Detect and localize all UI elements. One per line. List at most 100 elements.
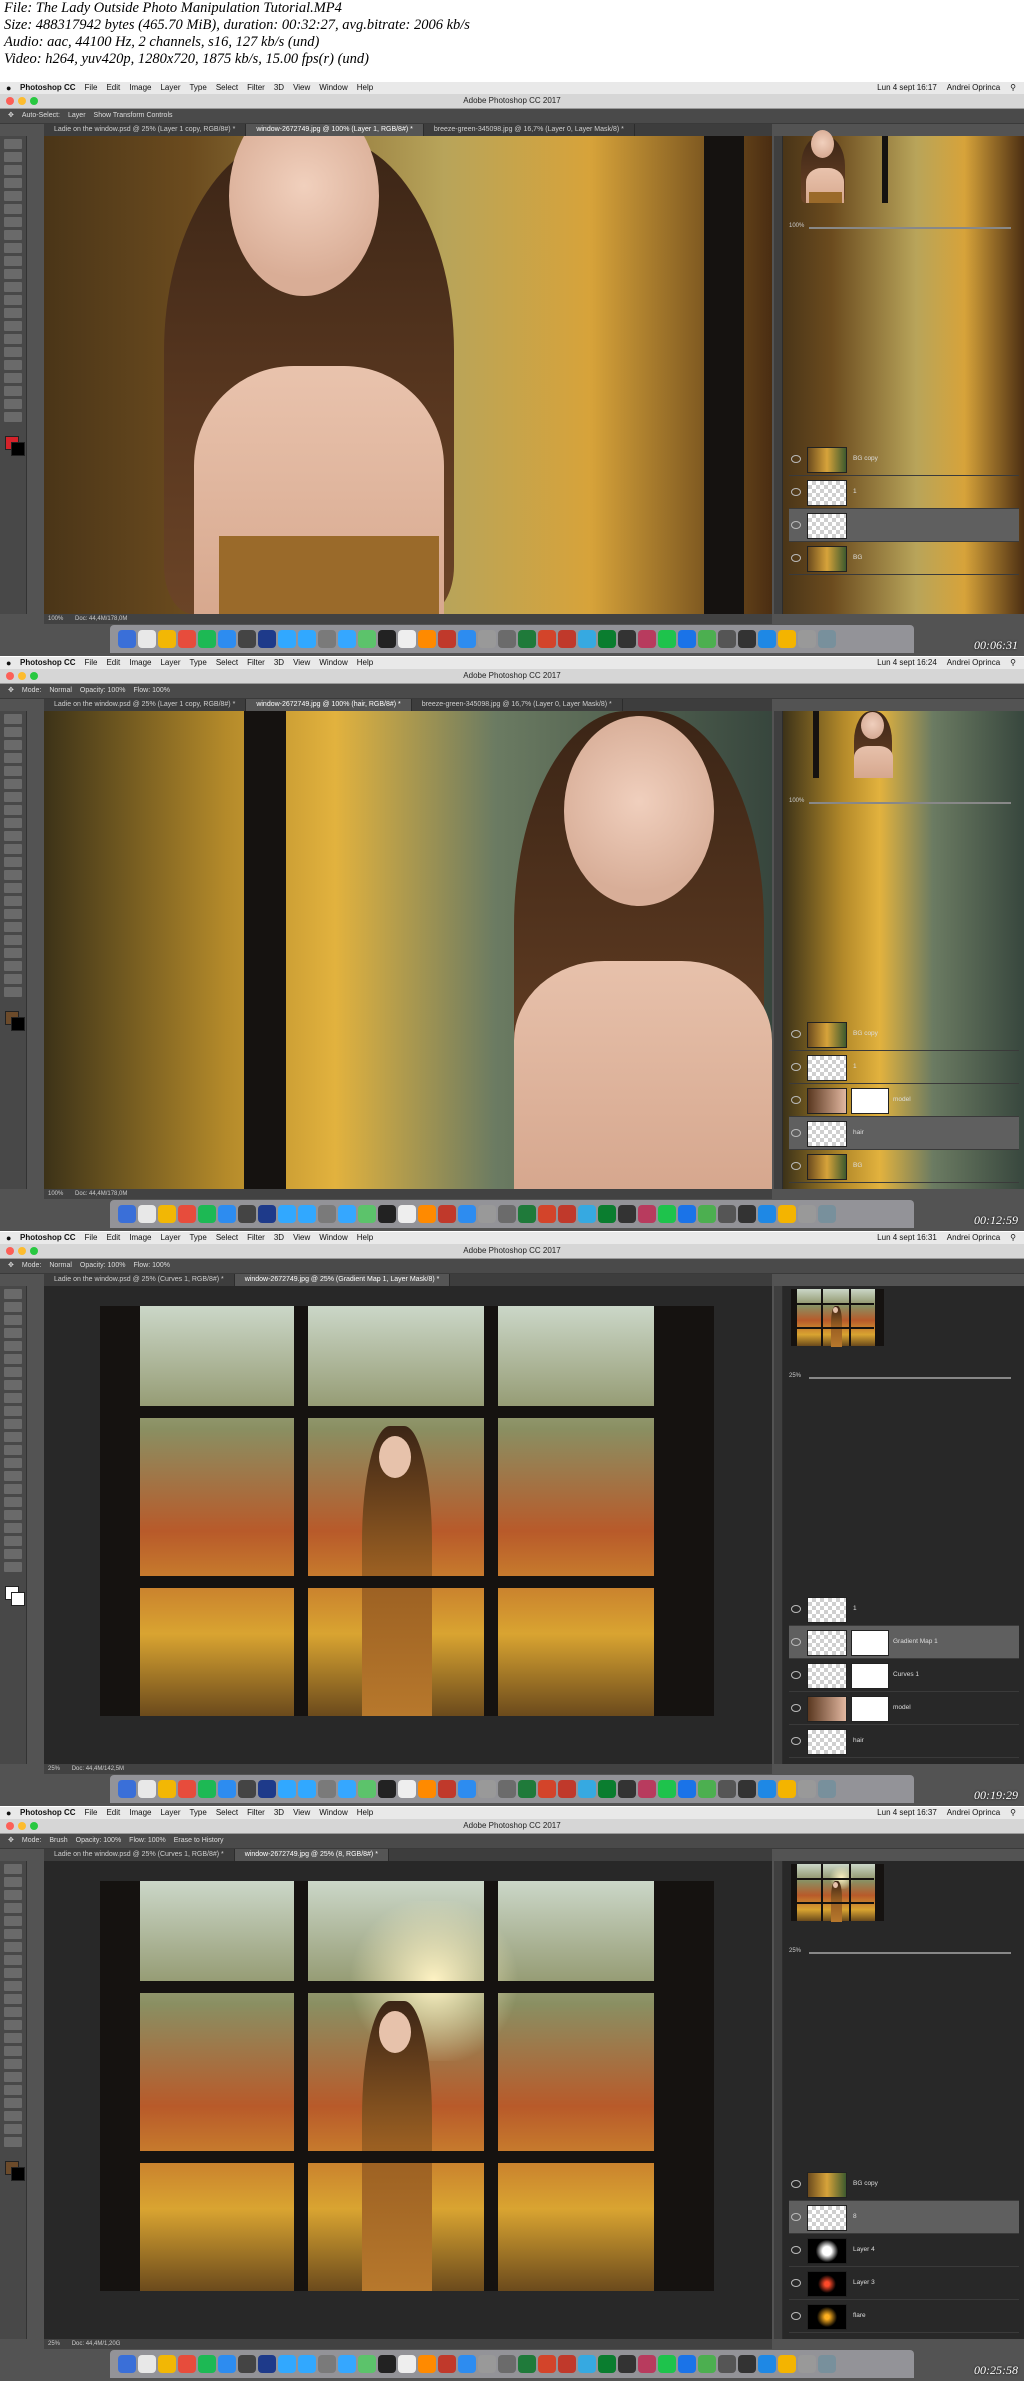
eye-icon[interactable] <box>791 1129 801 1137</box>
layer-row[interactable]: Layer 3 <box>789 2267 1019 2300</box>
search-icon[interactable]: ⚲ <box>1010 1807 1016 1819</box>
layer-row[interactable]: hair <box>789 1725 1019 1758</box>
tool-option[interactable]: Brush <box>49 1837 67 1844</box>
dock-app-icon[interactable] <box>478 1780 496 1798</box>
tool-icon[interactable] <box>4 766 22 776</box>
dock-app-icon[interactable] <box>678 2355 696 2373</box>
tool-option[interactable]: Flow: 100% <box>133 687 170 694</box>
current-tool-icon[interactable]: ✥ <box>8 112 14 119</box>
tool-option[interactable]: Flow: 100% <box>133 1262 170 1269</box>
document-canvas[interactable] <box>44 711 772 1189</box>
dock-app-icon[interactable] <box>698 630 716 648</box>
search-icon[interactable]: ⚲ <box>1010 657 1016 669</box>
menu-view[interactable]: View <box>293 657 310 669</box>
dock-app-icon[interactable] <box>178 2355 196 2373</box>
close-window-icon[interactable] <box>6 672 14 680</box>
dock-app-icon[interactable] <box>778 1205 796 1223</box>
menu-edit[interactable]: Edit <box>106 657 120 669</box>
tool-option[interactable]: Mode: <box>22 1837 41 1844</box>
tool-icon[interactable] <box>4 831 22 841</box>
navigator-preview[interactable] <box>783 1286 1024 1764</box>
dock-app-icon[interactable] <box>618 2355 636 2373</box>
tool-icon[interactable] <box>4 1877 22 1887</box>
zoom-readout[interactable]: 25% <box>48 1766 60 1772</box>
tool-icon[interactable] <box>4 1406 22 1416</box>
tool-icon[interactable] <box>4 974 22 984</box>
tool-icon[interactable] <box>4 1367 22 1377</box>
menu-filter[interactable]: Filter <box>247 1807 265 1819</box>
layer-mask-thumbnail[interactable] <box>851 1630 889 1656</box>
tool-option[interactable]: Opacity: 100% <box>76 1837 122 1844</box>
dock-app-icon[interactable] <box>238 2355 256 2373</box>
tool-icon[interactable] <box>4 922 22 932</box>
dock-app-icon[interactable] <box>138 630 156 648</box>
dock-app-icon[interactable] <box>178 630 196 648</box>
dock-app-icon[interactable] <box>278 2355 296 2373</box>
layer-mask-thumbnail[interactable] <box>851 1088 889 1114</box>
dock-app-icon[interactable] <box>418 630 436 648</box>
background-color-swatch[interactable] <box>11 2167 25 2181</box>
tool-icon[interactable] <box>4 1341 22 1351</box>
menu-type[interactable]: Type <box>189 82 206 94</box>
dock-app-icon[interactable] <box>238 1780 256 1798</box>
zoom-slider[interactable] <box>809 1377 1011 1379</box>
tool-icon[interactable] <box>4 399 22 409</box>
current-tool-icon[interactable]: ✥ <box>8 687 14 694</box>
dock-app-icon[interactable] <box>398 630 416 648</box>
eye-icon[interactable] <box>791 2246 801 2254</box>
layer-thumbnail[interactable] <box>807 2205 847 2231</box>
dock-app-icon[interactable] <box>558 1205 576 1223</box>
eye-icon[interactable] <box>791 1737 801 1745</box>
dock-app-icon[interactable] <box>478 630 496 648</box>
dock-app-icon[interactable] <box>318 1205 336 1223</box>
layer-row[interactable]: model <box>789 1692 1019 1725</box>
document-canvas[interactable] <box>44 1861 772 2339</box>
layer-row[interactable]: flare <box>789 2300 1019 2333</box>
background-color-swatch[interactable] <box>11 442 25 456</box>
dock-app-icon[interactable] <box>258 1205 276 1223</box>
tool-icon[interactable] <box>4 1981 22 1991</box>
menu-type[interactable]: Type <box>189 1807 206 1819</box>
layer-thumbnail[interactable] <box>807 1121 847 1147</box>
menu-help[interactable]: Help <box>357 82 373 94</box>
tool-icon[interactable] <box>4 282 22 292</box>
document-tab[interactable]: Ladie on the window.psd @ 25% (Layer 1 c… <box>44 699 247 711</box>
tool-icon[interactable] <box>4 740 22 750</box>
layer-thumbnail[interactable] <box>807 1055 847 1081</box>
tool-icon[interactable] <box>4 373 22 383</box>
dock-app-icon[interactable] <box>638 1205 656 1223</box>
zoom-slider[interactable] <box>809 1952 1011 1954</box>
dock-app-icon[interactable] <box>458 2355 476 2373</box>
dock-app-icon[interactable] <box>798 630 816 648</box>
dock-app-icon[interactable] <box>698 1205 716 1223</box>
dock-app-icon[interactable] <box>558 2355 576 2373</box>
tool-icon[interactable] <box>4 217 22 227</box>
zoom-slider[interactable] <box>809 802 1011 804</box>
dock-app-icon[interactable] <box>338 2355 356 2373</box>
dock-app-icon[interactable] <box>178 1780 196 1798</box>
dock-app-icon[interactable] <box>558 1780 576 1798</box>
layer-mask-thumbnail[interactable] <box>851 1696 889 1722</box>
zoom-level[interactable]: 25% <box>789 1373 801 1379</box>
tool-icon[interactable] <box>4 1968 22 1978</box>
menu-select[interactable]: Select <box>216 1232 238 1244</box>
tool-icon[interactable] <box>4 269 22 279</box>
menu-3d[interactable]: 3D <box>274 1807 284 1819</box>
layer-thumbnail[interactable] <box>807 1630 847 1656</box>
app-name-menu[interactable]: Photoshop CC <box>20 82 76 94</box>
dock-app-icon[interactable] <box>658 1780 676 1798</box>
tool-icon[interactable] <box>4 256 22 266</box>
layer-row[interactable]: 1 <box>789 1051 1019 1084</box>
dock-app-icon[interactable] <box>158 1780 176 1798</box>
eye-icon[interactable] <box>791 2180 801 2188</box>
search-icon[interactable]: ⚲ <box>1010 82 1016 94</box>
dock-app-icon[interactable] <box>218 2355 236 2373</box>
dock-app-icon[interactable] <box>518 1780 536 1798</box>
menu-filter[interactable]: Filter <box>247 657 265 669</box>
document-canvas[interactable] <box>44 1286 772 1764</box>
dock-app-icon[interactable] <box>418 2355 436 2373</box>
dock-app-icon[interactable] <box>538 630 556 648</box>
dock-app-icon[interactable] <box>358 2355 376 2373</box>
tool-icon[interactable] <box>4 805 22 815</box>
eye-icon[interactable] <box>791 1096 801 1104</box>
